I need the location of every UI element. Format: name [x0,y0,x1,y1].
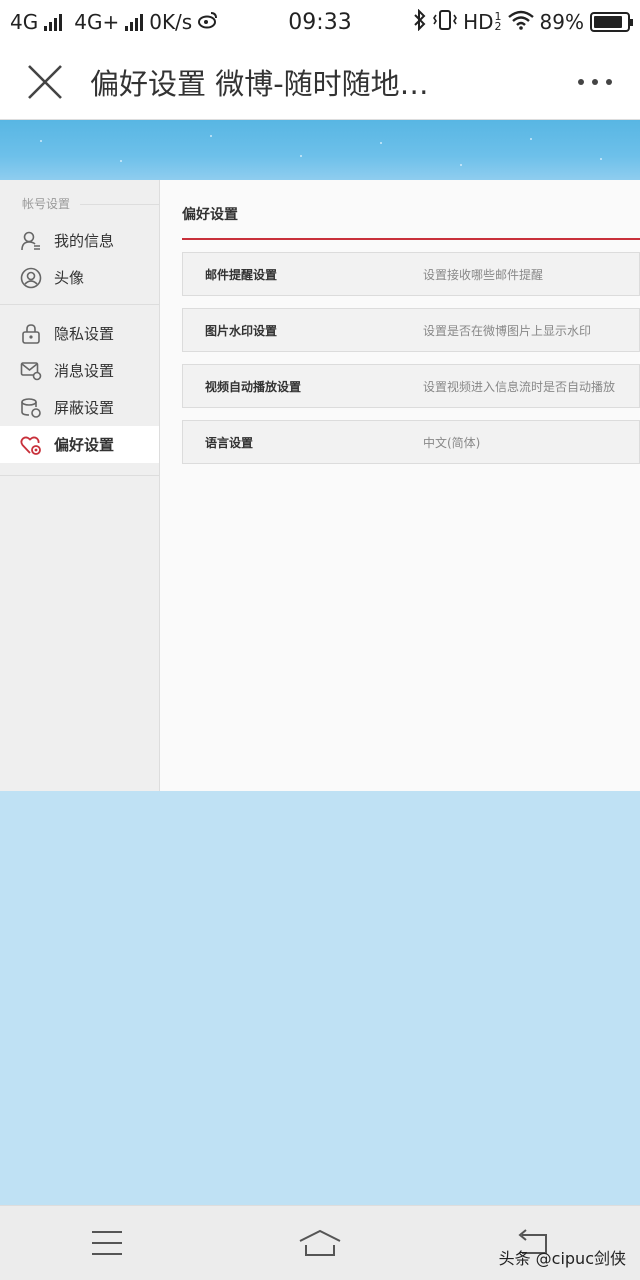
pref-row-language[interactable]: 语言设置 中文(简体) [182,420,640,464]
sidebar-item-label: 消息设置 [54,362,115,380]
more-icon [578,78,584,85]
battery-fill [594,16,623,28]
home-icon [299,1229,341,1256]
title-bar: 偏好设置 微博-随时随地… [0,44,640,120]
battery-icon [590,12,633,32]
pref-row-video-autoplay[interactable]: 视频自动播放设置 设置视频进入信息流时是否自动播放 [182,364,640,408]
more-button[interactable] [550,44,640,120]
signal-label-1: 4G [10,10,39,34]
pref-row-email[interactable]: 邮件提醒设置 设置接收哪些邮件提醒 [182,252,640,296]
close-icon [28,64,62,99]
settings-page: 帐号设置 我的信息 头像 隐私设置 消息设置 屏蔽设置 偏好设置 偏好设置 邮件… [0,180,640,791]
status-bar: 4G 4G+ 0K/s 09:33 HD 1 2 89% [0,0,640,44]
bluetooth-icon [413,8,427,36]
sidebar-item-label: 屏蔽设置 [54,399,115,417]
sidebar-item-block[interactable]: 屏蔽设置 [0,389,159,426]
status-left: 4G 4G+ 0K/s [10,10,218,34]
sidebar: 帐号设置 我的信息 头像 隐私设置 消息设置 屏蔽设置 偏好设置 [0,180,160,791]
pref-name: 语言设置 [205,435,254,450]
header-banner [0,120,640,180]
battery-percent: 89% [539,10,584,34]
signal-bars-icon [44,13,63,31]
close-button[interactable] [0,44,90,120]
home-button[interactable] [260,1206,380,1280]
avatar-icon [20,267,42,289]
network-speed: 0K/s [149,10,193,34]
lock-icon [20,323,42,345]
sidebar-divider [0,475,159,476]
sidebar-item-label: 偏好设置 [54,436,115,454]
sidebar-item-messages[interactable]: 消息设置 [0,352,159,389]
status-right: HD 1 2 89% [413,8,633,36]
panel-title-underline [182,238,640,240]
pref-name: 视频自动播放设置 [205,379,302,394]
sidebar-group-title: 帐号设置 [0,194,159,214]
hd-indicator: HD 1 2 [463,10,502,34]
menu-button[interactable] [47,1206,167,1280]
heart-gear-icon [20,434,42,456]
sidebar-item-my-info[interactable]: 我的信息 [0,222,159,259]
pref-desc: 中文(简体) [423,435,481,450]
pref-name: 图片水印设置 [205,323,278,338]
preferences-panel: 偏好设置 邮件提醒设置 设置接收哪些邮件提醒 图片水印设置 设置是否在微博图片上… [160,180,640,791]
weibo-notification-icon [198,10,218,34]
signal-label-2: 4G+ [74,10,120,34]
vibrate-icon [433,9,458,36]
sidebar-divider [0,304,159,305]
signal-bars-icon-2 [125,13,144,31]
menu-icon [91,1231,122,1255]
pref-desc: 设置视频进入信息流时是否自动播放 [423,379,616,394]
more-dot [606,78,612,85]
pref-desc: 设置是否在微博图片上显示水印 [423,323,592,338]
sidebar-item-privacy[interactable]: 隐私设置 [0,315,159,352]
sidebar-item-preferences[interactable]: 偏好设置 [0,426,159,463]
pref-name: 邮件提醒设置 [205,267,278,282]
watermark-text: 头条 @cipuc剑侠 [498,1249,626,1268]
user-info-icon [20,230,42,252]
panel-title: 偏好设置 [182,207,238,223]
sidebar-item-label: 我的信息 [54,232,115,250]
page-title: 偏好设置 微博-随时随地… [90,66,429,101]
pref-desc: 设置接收哪些邮件提醒 [423,267,544,282]
more-dot [592,78,598,85]
wifi-icon [507,10,534,35]
sidebar-item-avatar[interactable]: 头像 [0,259,159,296]
pref-row-watermark[interactable]: 图片水印设置 设置是否在微博图片上显示水印 [182,308,640,352]
block-settings-icon [20,397,42,419]
sidebar-item-label: 隐私设置 [54,325,115,343]
message-settings-icon [20,360,42,382]
sidebar-item-label: 头像 [54,269,85,287]
